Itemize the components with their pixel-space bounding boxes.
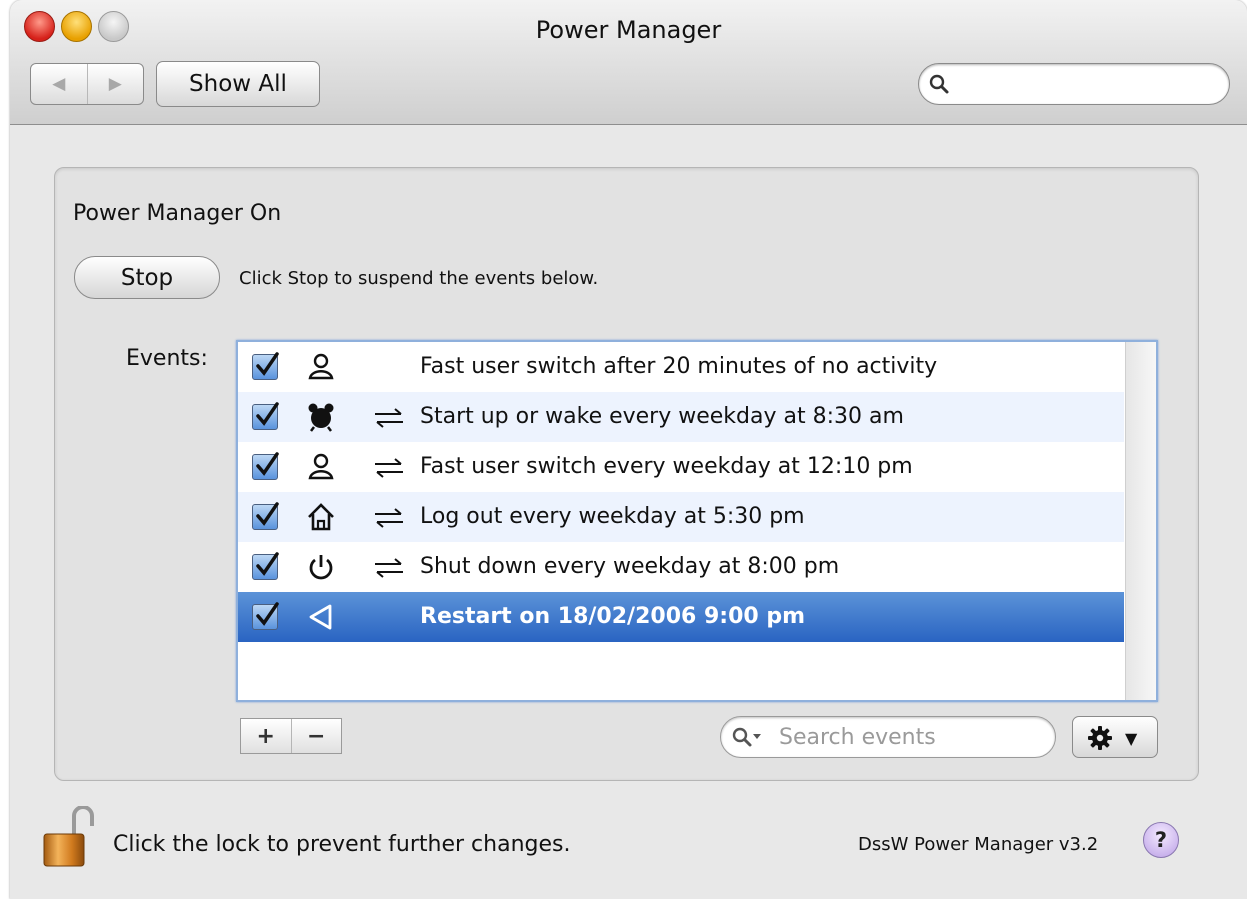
toolbar: Power Manager ◀ ▶ Show All — [10, 0, 1247, 125]
event-enabled-checkbox[interactable] — [252, 602, 279, 630]
events-scrollbar[interactable] — [1125, 342, 1156, 700]
repeat-icon — [375, 408, 403, 428]
add-event-button[interactable]: + — [241, 719, 292, 753]
event-row[interactable]: Start up or wake every weekday at 8:30 a… — [238, 392, 1124, 442]
stop-button[interactable]: Stop — [74, 256, 220, 299]
events-search-input[interactable]: Search events — [720, 716, 1056, 758]
chevron-down-icon: ▼ — [1125, 729, 1138, 748]
event-row-selected[interactable]: Restart on 18/02/2006 9:00 pm — [238, 592, 1124, 642]
user-switch-icon — [308, 353, 334, 380]
search-dropdown-icon — [732, 727, 761, 747]
event-enabled-checkbox[interactable] — [252, 402, 279, 430]
alarm-clock-icon — [308, 403, 334, 432]
event-description: Start up or wake every weekday at 8:30 a… — [420, 404, 904, 429]
home-icon — [308, 503, 334, 531]
user-switch-icon — [308, 453, 334, 480]
events-search-placeholder: Search events — [779, 725, 936, 750]
event-enabled-checkbox[interactable] — [252, 352, 279, 380]
checkmark-icon — [256, 552, 279, 576]
event-enabled-checkbox[interactable] — [252, 452, 279, 480]
checkmark-icon — [256, 352, 279, 376]
event-description: Fast user switch every weekday at 12:10 … — [420, 454, 913, 479]
event-row[interactable]: Log out every weekday at 5:30 pm — [238, 492, 1124, 542]
forward-button[interactable]: ▶ — [88, 64, 144, 104]
event-row[interactable]: Fast user switch every weekday at 12:10 … — [238, 442, 1124, 492]
repeat-icon — [375, 458, 403, 478]
event-description: Restart on 18/02/2006 9:00 pm — [420, 604, 806, 629]
repeat-icon — [375, 558, 403, 578]
restart-arrow-icon — [309, 604, 332, 630]
events-label: Events: — [126, 346, 208, 371]
event-row[interactable]: Shut down every weekday at 8:00 pm — [238, 542, 1124, 592]
checkmark-icon — [256, 452, 279, 476]
events-list[interactable]: Fast user switch after 20 minutes of no … — [236, 340, 1158, 702]
event-enabled-checkbox[interactable] — [252, 552, 279, 580]
event-description: Log out every weekday at 5:30 pm — [420, 504, 805, 529]
unlocked-padlock-icon[interactable] — [40, 806, 98, 868]
back-button[interactable]: ◀ — [31, 64, 88, 104]
action-menu-button[interactable]: ▼ — [1072, 716, 1158, 758]
status-title: Power Manager On — [73, 201, 282, 226]
event-enabled-checkbox[interactable] — [252, 502, 279, 530]
add-remove-control: + − — [240, 718, 342, 754]
power-icon — [309, 555, 333, 580]
stop-hint: Click Stop to suspend the events below. — [239, 268, 599, 289]
search-icon — [929, 74, 949, 94]
help-button[interactable]: ? — [1143, 822, 1179, 858]
event-row[interactable]: Fast user switch after 20 minutes of no … — [238, 342, 1124, 392]
repeat-icon — [375, 508, 403, 528]
preferences-search-input[interactable] — [918, 63, 1230, 105]
checkmark-icon — [256, 502, 279, 526]
checkmark-icon — [256, 602, 279, 626]
lock-hint: Click the lock to prevent further change… — [113, 832, 571, 857]
window-title: Power Manager — [535, 16, 722, 44]
back-forward-control: ◀ ▶ — [30, 63, 144, 105]
checkmark-icon — [256, 402, 279, 426]
event-description: Shut down every weekday at 8:00 pm — [420, 554, 840, 579]
event-description: Fast user switch after 20 minutes of no … — [420, 354, 938, 379]
gear-icon — [1088, 726, 1112, 750]
version-label: DssW Power Manager v3.2 — [858, 834, 1099, 855]
remove-event-button[interactable]: − — [292, 719, 342, 753]
show-all-button[interactable]: Show All — [156, 61, 320, 107]
